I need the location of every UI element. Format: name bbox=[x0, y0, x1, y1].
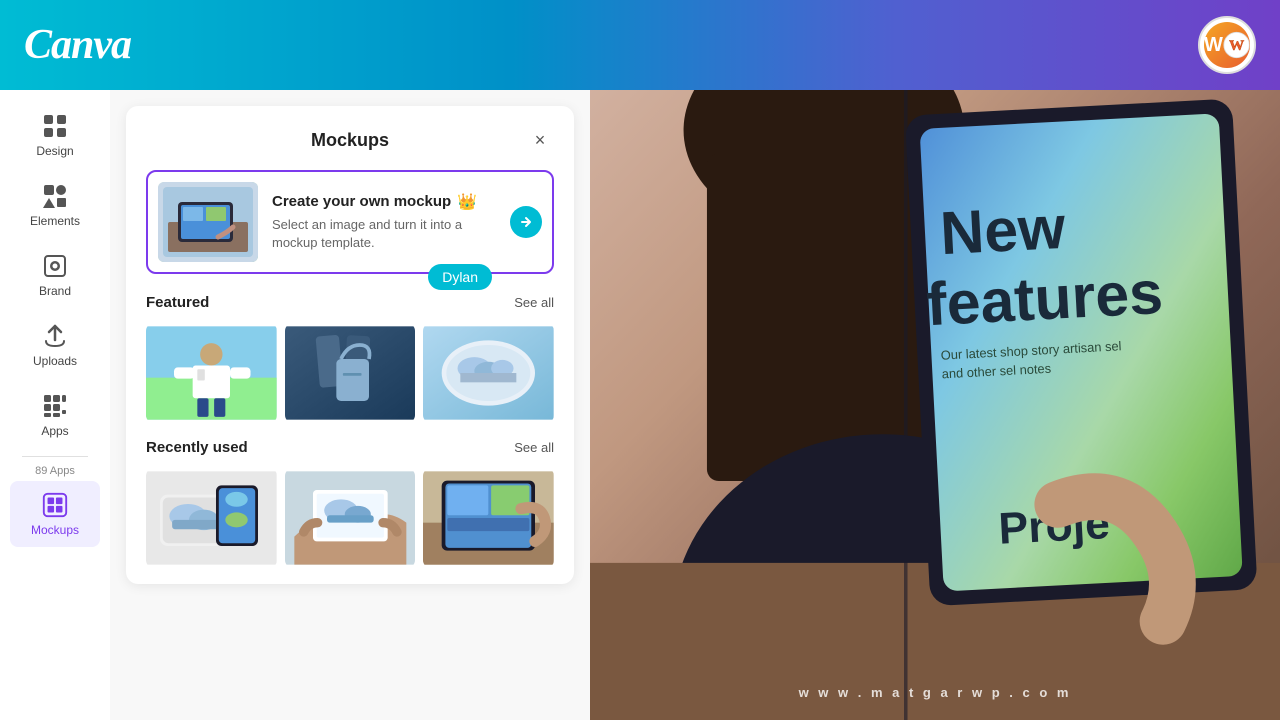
dylan-tooltip: Dylan bbox=[428, 264, 492, 290]
recently-used-header: Recently used See all bbox=[146, 439, 554, 456]
canva-logo: Canva bbox=[24, 21, 131, 69]
card-hands-mockup-img bbox=[285, 468, 416, 568]
sidebar: Design Elements Brand bbox=[0, 90, 110, 720]
right-panel: New features Our latest shop story artis… bbox=[590, 90, 1280, 720]
svg-text:New: New bbox=[938, 193, 1067, 267]
sidebar-item-mockups[interactable]: Mockups bbox=[10, 481, 100, 547]
content-panel: Mockups × bbox=[110, 90, 590, 720]
featured-thumb-2[interactable] bbox=[285, 323, 416, 423]
recently-used-grid bbox=[146, 468, 554, 568]
mockups-modal: Mockups × bbox=[126, 106, 574, 584]
modal-title: Mockups bbox=[174, 130, 526, 151]
crown-icon: 👑 bbox=[457, 192, 477, 212]
sidebar-item-uploads[interactable]: Uploads bbox=[10, 312, 100, 378]
sidebar-item-brand[interactable]: Brand bbox=[10, 242, 100, 308]
featured-section: Featured See all bbox=[126, 294, 574, 439]
pillow-mockup-img bbox=[423, 323, 554, 423]
recently-used-section: Recently used See all bbox=[126, 439, 574, 584]
create-mockup-desc: Select an image and turn it into a mocku… bbox=[272, 216, 496, 252]
create-mockup-thumbnail bbox=[158, 182, 258, 262]
featured-title: Featured bbox=[146, 294, 209, 311]
tshirt-mockup-img bbox=[146, 323, 277, 423]
apps-count-badge: 89 Apps bbox=[35, 465, 75, 477]
featured-section-header: Featured See all bbox=[146, 294, 554, 311]
svg-text:W: W bbox=[1229, 37, 1244, 54]
sidebar-item-elements-label: Elements bbox=[30, 214, 80, 228]
svg-text:features: features bbox=[925, 258, 1165, 338]
mousepad-mockup-img bbox=[146, 468, 277, 568]
close-button[interactable]: × bbox=[526, 126, 554, 154]
sidebar-item-mockups-label: Mockups bbox=[31, 523, 79, 537]
featured-thumb-3[interactable] bbox=[423, 323, 554, 423]
recently-used-see-all[interactable]: See all bbox=[514, 440, 554, 455]
sidebar-item-uploads-label: Uploads bbox=[33, 354, 77, 368]
watermark: w w w . m a t g a r w p . c o m bbox=[590, 685, 1280, 700]
featured-grid bbox=[146, 323, 554, 423]
arrow-right-icon bbox=[519, 215, 533, 229]
sidebar-item-apps[interactable]: Apps bbox=[10, 382, 100, 448]
sidebar-item-apps-label: Apps bbox=[41, 424, 68, 438]
sidebar-item-design-label: Design bbox=[36, 144, 73, 158]
tablet-mockup-img bbox=[423, 468, 554, 568]
recently-used-title: Recently used bbox=[146, 439, 248, 456]
create-mockup-text: Create your own mockup 👑 Select an image… bbox=[272, 192, 496, 252]
create-mockup-title: Create your own mockup 👑 bbox=[272, 192, 496, 212]
apps-icon bbox=[41, 392, 69, 420]
grid-icon bbox=[41, 112, 69, 140]
app-header: Canva W W bbox=[0, 0, 1280, 90]
sidebar-item-brand-label: Brand bbox=[39, 284, 71, 298]
brand-icon bbox=[41, 252, 69, 280]
w-logo-icon: W W bbox=[1223, 29, 1250, 61]
featured-see-all[interactable]: See all bbox=[514, 295, 554, 310]
modal-header: Mockups × bbox=[126, 106, 574, 170]
background-scene: New features Our latest shop story artis… bbox=[590, 90, 1280, 720]
uploads-icon bbox=[41, 322, 69, 350]
bag-mockup-img bbox=[285, 323, 416, 423]
featured-thumb-1[interactable] bbox=[146, 323, 277, 423]
avatar[interactable]: W W bbox=[1198, 16, 1256, 74]
elements-icon bbox=[41, 182, 69, 210]
recent-thumb-1[interactable] bbox=[146, 468, 277, 568]
recent-thumb-2[interactable] bbox=[285, 468, 416, 568]
sidebar-item-design[interactable]: Design bbox=[10, 102, 100, 168]
create-mockup-card[interactable]: Create your own mockup 👑 Select an image… bbox=[146, 170, 554, 274]
arrow-button[interactable] bbox=[510, 206, 542, 238]
recent-thumb-3[interactable] bbox=[423, 468, 554, 568]
sidebar-item-elements[interactable]: Elements bbox=[10, 172, 100, 238]
avatar-initials: W W bbox=[1204, 22, 1250, 68]
create-mockup-thumb-img bbox=[158, 182, 258, 262]
sidebar-divider bbox=[22, 456, 88, 457]
main-area: Design Elements Brand bbox=[0, 90, 1280, 720]
mockups-icon bbox=[41, 491, 69, 519]
right-panel-background: New features Our latest shop story artis… bbox=[590, 90, 1280, 720]
